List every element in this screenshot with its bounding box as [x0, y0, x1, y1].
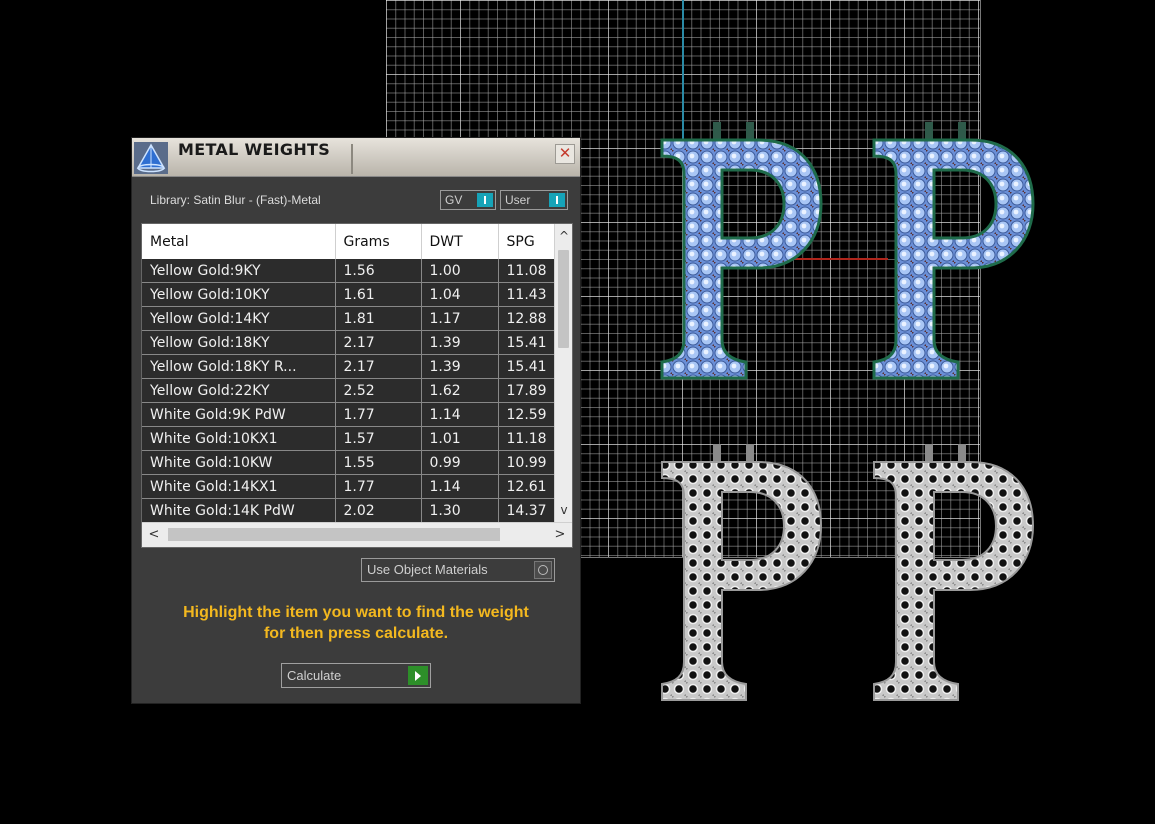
cell-grams: 1.57 — [335, 426, 422, 451]
cell-grams: 2.17 — [335, 330, 422, 355]
cell-grams: 1.81 — [335, 306, 422, 331]
toggle-on-icon — [477, 193, 493, 207]
cell-spg: 15.41 — [498, 354, 554, 379]
library-label: Library: Satin Blur - (Fast)-Metal — [150, 193, 321, 207]
scroll-left-icon[interactable]: < — [142, 523, 166, 547]
instruction-text: Highlight the item you want to find the … — [146, 602, 566, 644]
calculate-button[interactable]: Calculate — [281, 663, 431, 688]
cell-dwt: 1.62 — [421, 378, 499, 403]
gv-toggle-label: GV — [445, 193, 463, 207]
vertical-scroll-thumb[interactable] — [558, 250, 569, 348]
table-row[interactable]: White Gold:10KX1 1.57 1.01 11.18 — [142, 426, 554, 451]
play-icon — [408, 666, 428, 685]
table-row[interactable]: Yellow Gold:22KY 2.52 1.62 17.89 — [142, 378, 554, 403]
scroll-up-icon[interactable]: ^ — [555, 224, 572, 248]
pendant-letter-p-blue-left[interactable] — [658, 122, 823, 380]
cell-metal: Yellow Gold:14KY — [142, 306, 336, 331]
cell-metal: White Gold:14KX1 — [142, 474, 336, 499]
gv-toggle[interactable]: GV — [440, 190, 496, 210]
user-toggle[interactable]: User — [500, 190, 568, 210]
user-toggle-label: User — [505, 193, 531, 207]
table-row[interactable]: White Gold:9K PdW 1.77 1.14 12.59 — [142, 402, 554, 427]
use-object-materials-label: Use Object Materials — [367, 562, 488, 577]
cell-metal: Yellow Gold:22KY — [142, 378, 336, 403]
cell-metal: White Gold:10KW — [142, 450, 336, 475]
cell-metal: Yellow Gold:18KY — [142, 330, 336, 355]
toggle-off-icon — [534, 561, 552, 579]
pendant-letter-p-blue-right[interactable] — [870, 122, 1035, 380]
table-header-row: Metal Grams DWT SPG — [142, 224, 554, 259]
cell-spg: 11.43 — [498, 282, 554, 307]
cell-spg: 15.41 — [498, 330, 554, 355]
cell-metal: Yellow Gold:10KY — [142, 282, 336, 307]
column-header-spg[interactable]: SPG — [498, 224, 554, 259]
close-icon: ✕ — [558, 144, 572, 162]
table-row[interactable]: Yellow Gold:18KY R... 2.17 1.39 15.41 — [142, 354, 554, 379]
cell-dwt: 1.04 — [421, 282, 499, 307]
table-row[interactable]: Yellow Gold:9KY 1.56 1.00 11.08 — [142, 259, 554, 283]
use-object-materials-toggle[interactable]: Use Object Materials — [361, 558, 555, 582]
table-row[interactable]: Yellow Gold:18KY 2.17 1.39 15.41 — [142, 330, 554, 355]
vertical-scrollbar[interactable]: ^ v — [554, 224, 572, 522]
title-tab-divider — [351, 144, 353, 174]
pendant-letter-p-silver-left[interactable] — [658, 444, 823, 702]
column-header-metal[interactable]: Metal — [142, 224, 336, 259]
panel-titlebar[interactable]: METAL WEIGHTS ✕ — [132, 138, 580, 177]
table-row[interactable]: Yellow Gold:10KY 1.61 1.04 11.43 — [142, 282, 554, 307]
table-row[interactable]: White Gold:14KX1 1.77 1.14 12.61 — [142, 474, 554, 499]
cell-grams: 1.56 — [335, 259, 422, 283]
cell-grams: 1.55 — [335, 450, 422, 475]
scroll-down-icon[interactable]: v — [555, 498, 572, 522]
cell-spg: 12.88 — [498, 306, 554, 331]
cell-dwt: 1.17 — [421, 306, 499, 331]
pendant-letter-p-silver-right[interactable] — [870, 444, 1035, 702]
cell-spg: 14.37 — [498, 498, 554, 522]
horizontal-scroll-thumb[interactable] — [168, 528, 500, 541]
cell-metal: Yellow Gold:18KY R... — [142, 354, 336, 379]
cell-dwt: 1.14 — [421, 402, 499, 427]
calculate-label: Calculate — [287, 668, 342, 683]
table-row[interactable]: White Gold:14K PdW 2.02 1.30 14.37 — [142, 498, 554, 522]
cell-dwt: 1.30 — [421, 498, 499, 522]
cell-dwt: 1.00 — [421, 259, 499, 283]
cell-spg: 12.61 — [498, 474, 554, 499]
cell-dwt: 0.99 — [421, 450, 499, 475]
cell-grams: 1.61 — [335, 282, 422, 307]
horizontal-scrollbar[interactable]: < > — [142, 522, 572, 547]
cell-grams: 2.02 — [335, 498, 422, 522]
cell-grams: 1.77 — [335, 474, 422, 499]
instruction-line-1: Highlight the item you want to find the … — [183, 604, 529, 621]
cell-spg: 10.99 — [498, 450, 554, 475]
cell-grams: 1.77 — [335, 402, 422, 427]
cell-spg: 11.18 — [498, 426, 554, 451]
metal-table-viewport: Metal Grams DWT SPG Yellow Gold:9KY 1.56 1… — [142, 224, 554, 522]
table-row[interactable]: Yellow Gold:14KY 1.81 1.17 12.88 — [142, 306, 554, 331]
cell-metal: White Gold:9K PdW — [142, 402, 336, 427]
column-header-dwt[interactable]: DWT — [421, 224, 499, 259]
cell-spg: 11.08 — [498, 259, 554, 283]
cell-metal: White Gold:10KX1 — [142, 426, 336, 451]
cell-grams: 2.17 — [335, 354, 422, 379]
cell-grams: 2.52 — [335, 378, 422, 403]
instruction-line-2: for then press calculate. — [263, 625, 449, 642]
column-header-grams[interactable]: Grams — [335, 224, 422, 259]
cell-dwt: 1.39 — [421, 330, 499, 355]
cell-metal: Yellow Gold:9KY — [142, 259, 336, 283]
cell-dwt: 1.39 — [421, 354, 499, 379]
scroll-right-icon[interactable]: > — [548, 523, 572, 547]
table-row[interactable]: White Gold:10KW 1.55 0.99 10.99 — [142, 450, 554, 475]
close-button[interactable]: ✕ — [555, 144, 575, 164]
cell-metal: White Gold:14K PdW — [142, 498, 336, 522]
metal-weights-panel: METAL WEIGHTS ✕ Library: Satin Blur - (F… — [131, 137, 581, 704]
cell-spg: 17.89 — [498, 378, 554, 403]
cell-dwt: 1.01 — [421, 426, 499, 451]
metal-table: Metal Grams DWT SPG Yellow Gold:9KY 1.56 1… — [141, 223, 573, 548]
cell-spg: 12.59 — [498, 402, 554, 427]
toggle-on-icon — [549, 193, 565, 207]
cell-dwt: 1.14 — [421, 474, 499, 499]
panel-title: METAL WEIGHTS — [178, 140, 331, 159]
jewelry-cone-icon — [134, 142, 168, 174]
